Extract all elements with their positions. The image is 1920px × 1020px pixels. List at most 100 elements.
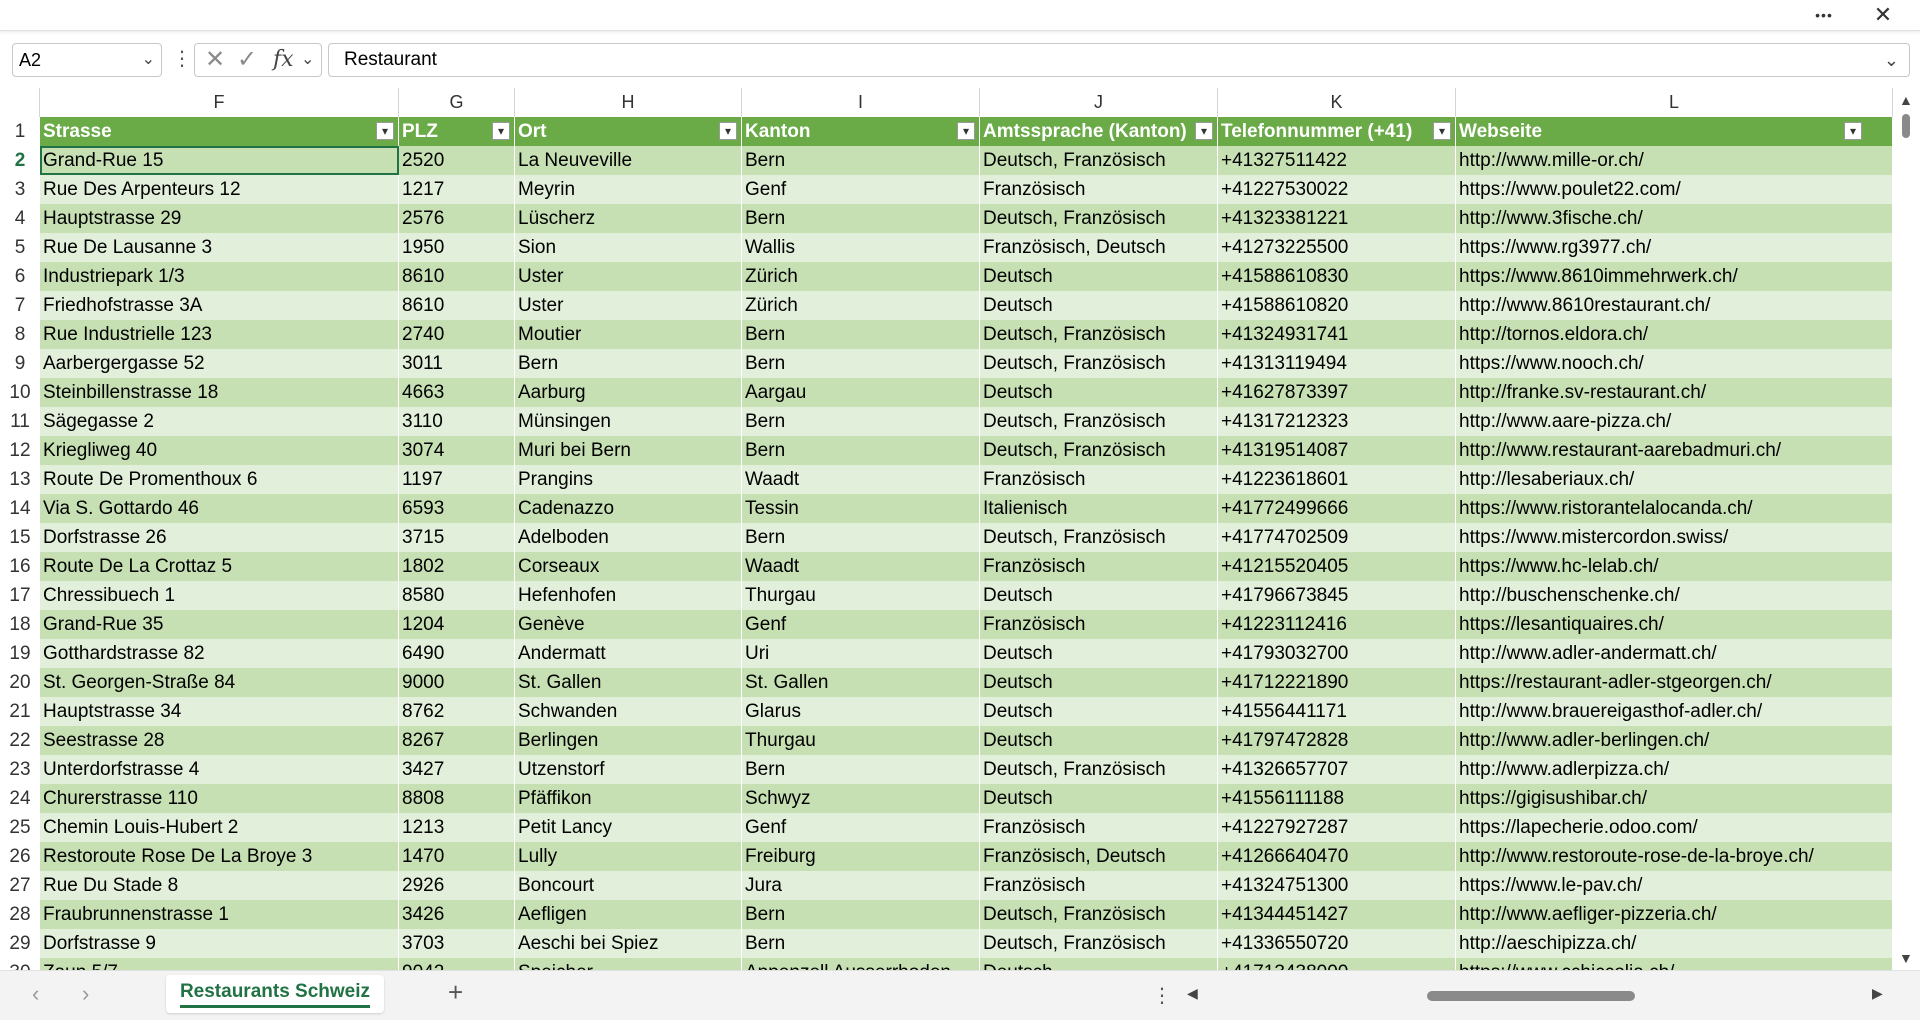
- table-cell[interactable]: Freiburg: [742, 842, 980, 871]
- table-cell[interactable]: Churerstrasse 110: [40, 784, 399, 813]
- table-cell[interactable]: Andermatt: [515, 639, 742, 668]
- row-number[interactable]: 7: [0, 291, 40, 320]
- table-cell[interactable]: http://www.adlerpizza.ch/: [1456, 755, 1893, 784]
- table-cell[interactable]: +41344451427: [1218, 900, 1456, 929]
- row-number[interactable]: 1: [0, 117, 40, 146]
- table-cell[interactable]: 8580: [399, 581, 515, 610]
- vertical-scroll-thumb[interactable]: [1902, 114, 1910, 138]
- table-cell[interactable]: Zürich: [742, 262, 980, 291]
- table-cell[interactable]: Appenzell Ausserrhoden: [742, 958, 980, 970]
- table-cell[interactable]: +41556441171: [1218, 697, 1456, 726]
- table-cell[interactable]: +41323381221: [1218, 204, 1456, 233]
- table-cell[interactable]: Bern: [742, 929, 980, 958]
- table-cell[interactable]: Aarburg: [515, 378, 742, 407]
- table-cell[interactable]: https://www.8610immehrwerk.ch/: [1456, 262, 1893, 291]
- column-header[interactable]: G: [399, 88, 515, 117]
- row-number[interactable]: 6: [0, 262, 40, 291]
- header-cell[interactable]: Kanton ▾: [742, 117, 980, 146]
- row-number[interactable]: 13: [0, 465, 40, 494]
- table-cell[interactable]: +41713438000: [1218, 958, 1456, 970]
- table-cell[interactable]: Deutsch, Französisch: [980, 320, 1218, 349]
- row-number[interactable]: 10: [0, 378, 40, 407]
- table-cell[interactable]: +41223618601: [1218, 465, 1456, 494]
- table-cell[interactable]: Boncourt: [515, 871, 742, 900]
- filter-dropdown-icon[interactable]: ▾: [492, 122, 510, 140]
- table-cell[interactable]: +41797472828: [1218, 726, 1456, 755]
- table-cell[interactable]: Corseaux: [515, 552, 742, 581]
- table-cell[interactable]: Bern: [742, 146, 980, 175]
- table-cell[interactable]: Dorfstrasse 9: [40, 929, 399, 958]
- header-cell[interactable]: Strasse ▾: [40, 117, 399, 146]
- table-cell[interactable]: https://www.poulet22.com/: [1456, 175, 1893, 204]
- previous-sheet-icon[interactable]: ‹: [32, 981, 39, 1007]
- formula-bar-options-icon[interactable]: ⋮: [172, 47, 192, 71]
- table-cell[interactable]: +41796673845: [1218, 581, 1456, 610]
- table-cell[interactable]: Lully: [515, 842, 742, 871]
- table-cell[interactable]: Bern: [742, 900, 980, 929]
- table-cell[interactable]: https://gigisushibar.ch/: [1456, 784, 1893, 813]
- table-cell[interactable]: Gotthardstrasse 82: [40, 639, 399, 668]
- row-number[interactable]: 15: [0, 523, 40, 552]
- table-cell[interactable]: Uster: [515, 291, 742, 320]
- filter-dropdown-icon[interactable]: ▾: [719, 122, 737, 140]
- table-cell[interactable]: 3427: [399, 755, 515, 784]
- table-cell[interactable]: Chemin Louis-Hubert 2: [40, 813, 399, 842]
- row-number[interactable]: 20: [0, 668, 40, 697]
- table-cell[interactable]: Bern: [742, 349, 980, 378]
- table-cell[interactable]: Sion: [515, 233, 742, 262]
- table-cell[interactable]: 3110: [399, 407, 515, 436]
- table-cell[interactable]: Bern: [742, 204, 980, 233]
- row-number[interactable]: 2: [0, 146, 40, 175]
- table-cell[interactable]: +41324751300: [1218, 871, 1456, 900]
- table-cell[interactable]: https://restaurant-adler-stgeorgen.ch/: [1456, 668, 1893, 697]
- row-number[interactable]: 17: [0, 581, 40, 610]
- table-cell[interactable]: Schwanden: [515, 697, 742, 726]
- table-cell[interactable]: Aargau: [742, 378, 980, 407]
- filter-dropdown-icon[interactable]: ▾: [376, 122, 394, 140]
- table-cell[interactable]: Deutsch, Französisch: [980, 436, 1218, 465]
- table-cell[interactable]: Deutsch, Französisch: [980, 204, 1218, 233]
- table-cell[interactable]: Moutier: [515, 320, 742, 349]
- table-cell[interactable]: Grand-Rue 35: [40, 610, 399, 639]
- table-cell[interactable]: 2576: [399, 204, 515, 233]
- column-header[interactable]: K: [1218, 88, 1456, 117]
- row-number[interactable]: 18: [0, 610, 40, 639]
- table-cell[interactable]: https://www.rg3977.ch/: [1456, 233, 1893, 262]
- table-cell[interactable]: Zürich: [742, 291, 980, 320]
- table-cell[interactable]: Restoroute Rose De La Broye 3: [40, 842, 399, 871]
- table-cell[interactable]: Jura: [742, 871, 980, 900]
- table-cell[interactable]: 1217: [399, 175, 515, 204]
- table-cell[interactable]: 9042: [399, 958, 515, 970]
- table-cell[interactable]: Steinbillenstrasse 18: [40, 378, 399, 407]
- sheet-tab[interactable]: Restaurants Schweiz: [166, 975, 384, 1013]
- table-cell[interactable]: Aarbergergasse 52: [40, 349, 399, 378]
- table-cell[interactable]: http://www.aare-pizza.ch/: [1456, 407, 1893, 436]
- table-cell[interactable]: 1470: [399, 842, 515, 871]
- table-cell[interactable]: Bern: [742, 320, 980, 349]
- table-cell[interactable]: 8610: [399, 291, 515, 320]
- table-cell[interactable]: 1950: [399, 233, 515, 262]
- table-cell[interactable]: http://www.adler-andermatt.ch/: [1456, 639, 1893, 668]
- table-cell[interactable]: https://www.mistercordon.swiss/: [1456, 523, 1893, 552]
- row-number[interactable]: 16: [0, 552, 40, 581]
- table-cell[interactable]: https://www.nooch.ch/: [1456, 349, 1893, 378]
- table-cell[interactable]: Speicher: [515, 958, 742, 970]
- expand-formula-icon[interactable]: ⌄: [1884, 44, 1899, 76]
- table-cell[interactable]: Sägegasse 2: [40, 407, 399, 436]
- scroll-right-icon[interactable]: ▶: [1872, 985, 1883, 1002]
- table-cell[interactable]: Uster: [515, 262, 742, 291]
- row-number[interactable]: 9: [0, 349, 40, 378]
- table-cell[interactable]: +41336550720: [1218, 929, 1456, 958]
- table-cell[interactable]: Deutsch: [980, 581, 1218, 610]
- table-cell[interactable]: Thurgau: [742, 581, 980, 610]
- table-cell[interactable]: Genf: [742, 610, 980, 639]
- table-cell[interactable]: Deutsch, Französisch: [980, 755, 1218, 784]
- table-cell[interactable]: Deutsch: [980, 784, 1218, 813]
- table-cell[interactable]: Schwyz: [742, 784, 980, 813]
- table-cell[interactable]: Rue Des Arpenteurs 12: [40, 175, 399, 204]
- table-cell[interactable]: +41327511422: [1218, 146, 1456, 175]
- table-cell[interactable]: Zaun 5/7: [40, 958, 399, 970]
- table-cell[interactable]: Fraubrunnenstrasse 1: [40, 900, 399, 929]
- table-cell[interactable]: Genf: [742, 175, 980, 204]
- table-cell[interactable]: Deutsch, Französisch: [980, 523, 1218, 552]
